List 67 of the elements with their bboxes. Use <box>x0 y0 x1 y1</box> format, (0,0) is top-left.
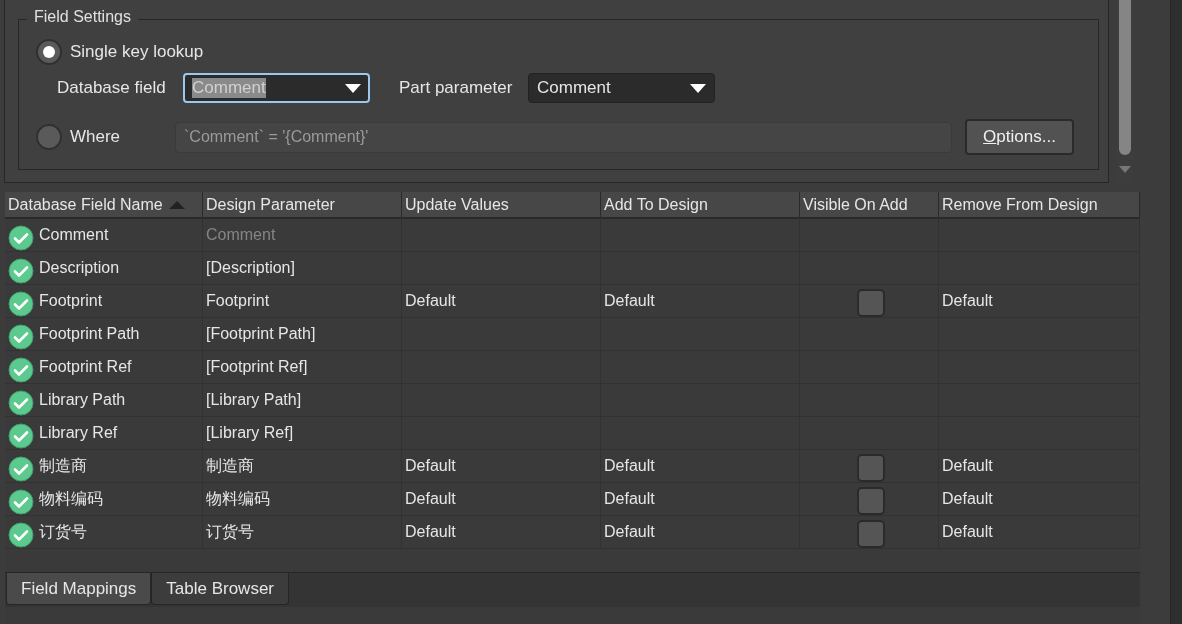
table-cell: Default <box>942 292 993 310</box>
checkbox[interactable] <box>856 520 885 548</box>
part-parameter-dropdown[interactable]: Comment <box>528 73 715 103</box>
column-header[interactable]: Remove From Design <box>939 192 1140 217</box>
check-circle-icon <box>8 324 34 350</box>
table-cell: Default <box>405 490 456 508</box>
table-cell: Library Ref <box>39 424 118 442</box>
check-circle-icon <box>8 489 34 515</box>
table-cell: Default <box>604 490 655 508</box>
table-cell-text: 制造商 <box>39 455 87 476</box>
scroll-down-icon[interactable] <box>1119 166 1131 173</box>
table-cell: [Library Ref] <box>206 424 294 442</box>
radio-button[interactable] <box>36 39 62 65</box>
table-cell: Description <box>39 259 120 277</box>
check-circle-icon <box>8 291 34 317</box>
table-cell: [Library Path] <box>206 391 302 409</box>
table-cell: Default <box>604 523 655 541</box>
checkbox[interactable] <box>856 487 885 515</box>
column-header[interactable]: Add To Design <box>601 192 800 217</box>
table-cell: Comment <box>39 226 109 244</box>
table-cell: Default <box>942 523 993 541</box>
table-cell: Default <box>405 523 456 541</box>
caret-icon <box>345 83 361 93</box>
radio-label: Where <box>70 127 122 147</box>
table-cell: Comment <box>206 226 276 244</box>
options-button[interactable]: Options... <box>965 119 1074 155</box>
table-cell-text: 物料编码 <box>39 488 103 509</box>
radio-button[interactable] <box>36 124 62 150</box>
check-circle-icon <box>8 357 34 383</box>
check-circle-icon <box>8 522 34 548</box>
table-cell: Default <box>604 457 655 475</box>
table-cell: Default <box>942 457 993 475</box>
checkbox[interactable] <box>856 289 885 317</box>
check-circle-icon <box>8 456 34 482</box>
table-cell: Footprint <box>39 292 103 310</box>
tab[interactable]: Table Browser <box>151 573 289 605</box>
table-cell: Default <box>942 490 993 508</box>
radio-label: Single key lookup <box>70 42 204 62</box>
table-cell-text: 订货号 <box>206 521 254 542</box>
check-circle-icon <box>8 225 34 251</box>
table-cell: Default <box>405 457 456 475</box>
check-circle-icon <box>8 390 34 416</box>
field-label: Database field <box>57 78 167 98</box>
table-cell-text: 制造商 <box>206 455 254 476</box>
table-cell-text: 物料编码 <box>206 488 270 509</box>
table-cell: Footprint <box>206 292 270 310</box>
check-circle-icon <box>8 258 34 284</box>
checkbox[interactable] <box>856 454 885 482</box>
column-header[interactable]: Design Parameter <box>203 192 402 217</box>
field-label: Part parameter <box>399 78 514 98</box>
table-cell: Default <box>604 292 655 310</box>
table-cell: [Description] <box>206 259 295 277</box>
table-cell: Default <box>405 292 456 310</box>
table-cell: [Footprint Ref] <box>206 358 308 376</box>
group-title: Field Settings <box>27 8 138 26</box>
column-header[interactable]: Update Values <box>402 192 601 217</box>
table-cell: Footprint Ref <box>39 358 132 376</box>
tab[interactable]: Field Mappings <box>6 573 152 605</box>
table-cell-text: 订货号 <box>39 521 87 542</box>
scrollbar-thumb[interactable] <box>1119 0 1131 155</box>
caret-icon <box>690 83 706 93</box>
column-header[interactable]: Database Field Name <box>5 192 203 217</box>
column-header[interactable]: Visible On Add <box>800 192 939 217</box>
table-cell: Library Path <box>39 391 126 409</box>
check-circle-icon <box>8 423 34 449</box>
table-cell: Footprint Path <box>39 325 140 343</box>
table-cell: [Footprint Path] <box>206 325 316 343</box>
